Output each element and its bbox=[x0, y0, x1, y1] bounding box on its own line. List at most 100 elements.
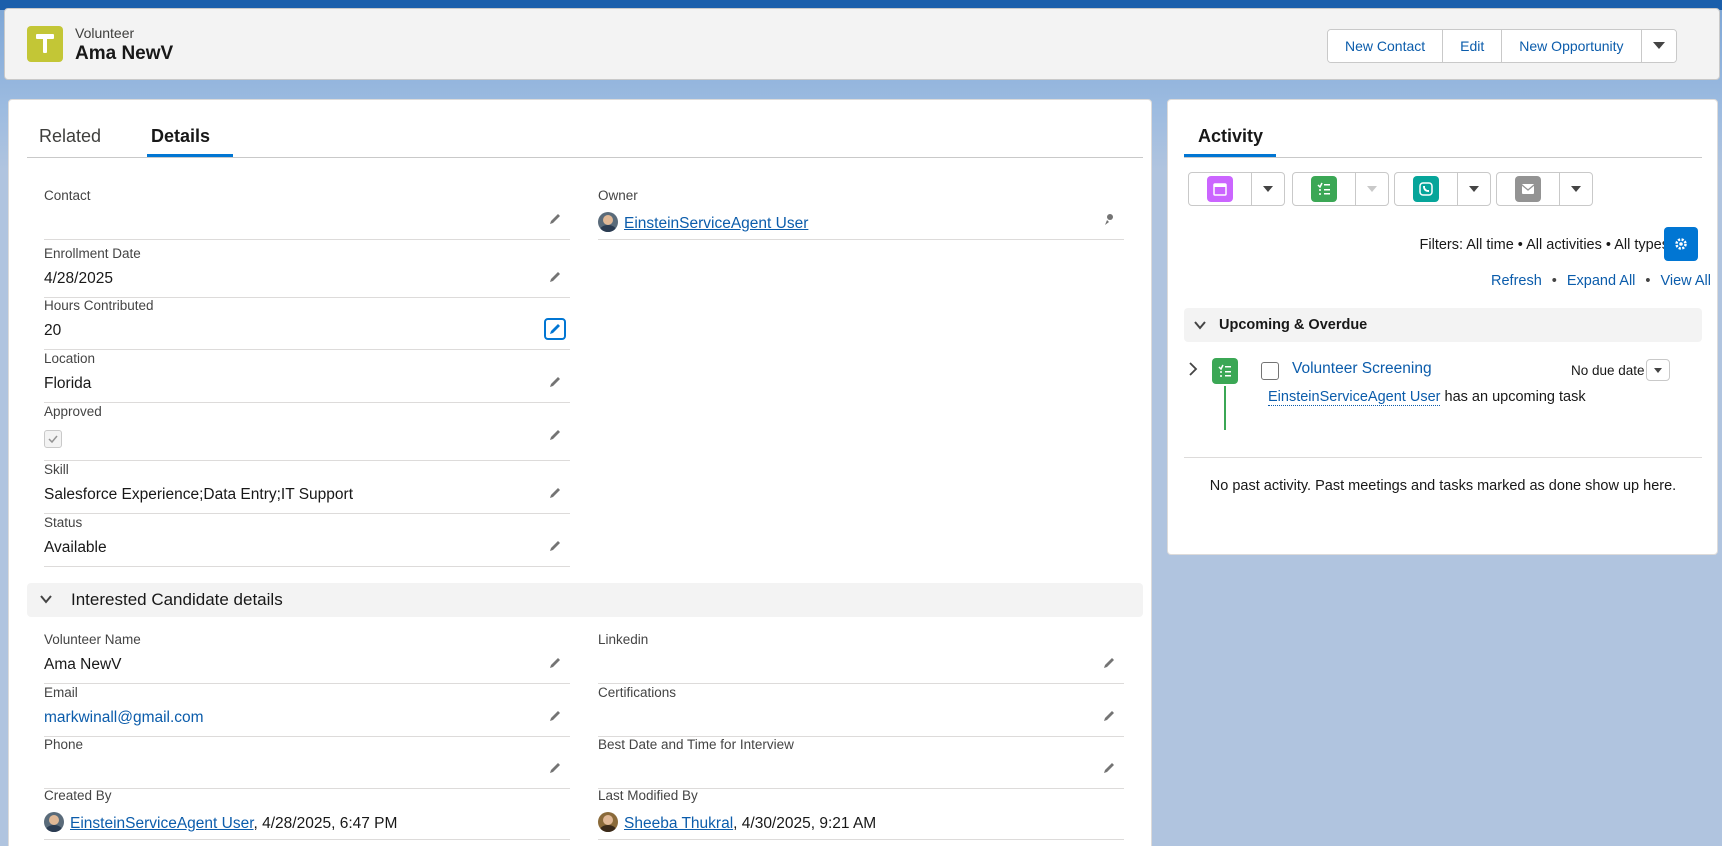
modified-date: , 4/30/2025, 9:21 AM bbox=[733, 815, 877, 832]
new-opportunity-button[interactable]: New Opportunity bbox=[1502, 30, 1642, 62]
field-email: Email markwinall@gmail.com bbox=[44, 685, 570, 737]
new-contact-button[interactable]: New Contact bbox=[1328, 30, 1444, 62]
field-hours-contributed: Hours Contributed 20 bbox=[44, 298, 570, 350]
modified-by-link[interactable]: Sheeba Thukral bbox=[624, 815, 733, 832]
task-complete-checkbox[interactable] bbox=[1261, 362, 1279, 380]
field-label: Enrollment Date bbox=[44, 246, 141, 261]
chevron-right-icon[interactable] bbox=[1188, 362, 1198, 376]
activity-tabs: Activity bbox=[1184, 100, 1702, 158]
pencil-icon[interactable] bbox=[544, 535, 566, 557]
field-label: Location bbox=[44, 351, 96, 366]
tab-details[interactable]: Details bbox=[151, 126, 210, 147]
task-owner-link[interactable]: EinsteinServiceAgent User bbox=[1268, 389, 1441, 406]
pencil-icon[interactable] bbox=[544, 318, 566, 340]
avatar bbox=[598, 212, 618, 232]
pencil-icon[interactable] bbox=[1098, 705, 1120, 727]
chevron-down-icon bbox=[1194, 321, 1206, 330]
log-call-button[interactable] bbox=[1395, 173, 1458, 205]
publisher-event bbox=[1188, 172, 1285, 206]
field-label: Skill bbox=[44, 462, 69, 477]
expand-all-link[interactable]: Expand All bbox=[1567, 273, 1636, 289]
pencil-icon[interactable] bbox=[544, 652, 566, 674]
chevron-down-icon bbox=[1654, 367, 1662, 373]
view-all-link[interactable]: View All bbox=[1660, 273, 1711, 289]
field-value: Salesforce Experience;Data Entry;IT Supp… bbox=[44, 486, 354, 503]
created-date: , 4/28/2025, 6:47 PM bbox=[253, 815, 398, 832]
task-icon bbox=[1212, 358, 1238, 384]
field-value: EinsteinServiceAgent User, 4/28/2025, 6:… bbox=[44, 812, 397, 833]
publisher-email bbox=[1496, 172, 1593, 206]
change-owner-icon[interactable] bbox=[1098, 208, 1120, 230]
field-label: Hours Contributed bbox=[44, 298, 154, 313]
pencil-icon[interactable] bbox=[1098, 652, 1120, 674]
task-icon bbox=[1311, 176, 1337, 202]
activity-filters: Filters: All time • All activities • All… bbox=[1419, 237, 1669, 253]
task-title-link[interactable]: Volunteer Screening bbox=[1292, 360, 1432, 378]
pencil-icon[interactable] bbox=[544, 266, 566, 288]
more-actions-button[interactable] bbox=[1641, 30, 1676, 62]
field-value: Sheeba Thukral, 4/30/2025, 9:21 AM bbox=[598, 812, 876, 833]
record-name: Ama NewV bbox=[75, 43, 174, 64]
field-label: Best Date and Time for Interview bbox=[598, 737, 794, 752]
divider bbox=[1184, 457, 1702, 458]
upcoming-overdue-section[interactable]: Upcoming & Overdue bbox=[1184, 308, 1702, 342]
active-tab-indicator bbox=[1184, 154, 1276, 157]
calendar-icon bbox=[1207, 176, 1233, 202]
task-due-date: No due date bbox=[1571, 363, 1645, 378]
approved-checkbox bbox=[44, 430, 62, 448]
chevron-down-icon bbox=[1263, 186, 1273, 192]
send-email-button[interactable] bbox=[1497, 173, 1560, 205]
chevron-down-icon bbox=[1652, 42, 1665, 49]
new-event-button[interactable] bbox=[1189, 173, 1252, 205]
field-enrollment-date: Enrollment Date 4/28/2025 bbox=[44, 246, 570, 298]
field-linkedin: Linkedin bbox=[598, 632, 1124, 684]
call-dropdown-button[interactable] bbox=[1458, 173, 1490, 205]
refresh-link[interactable]: Refresh bbox=[1491, 273, 1542, 289]
task-dropdown-button[interactable] bbox=[1356, 173, 1388, 205]
email-dropdown-button[interactable] bbox=[1560, 173, 1592, 205]
pencil-icon[interactable] bbox=[544, 757, 566, 779]
owner-link[interactable]: EinsteinServiceAgent User bbox=[624, 215, 808, 232]
filter-settings-button[interactable] bbox=[1664, 227, 1698, 261]
section-title: Interested Candidate details bbox=[71, 590, 283, 609]
activity-card: Activity Filters: All time • All activit… bbox=[1167, 99, 1718, 555]
field-value: Florida bbox=[44, 375, 92, 392]
pencil-icon[interactable] bbox=[544, 424, 566, 446]
field-location: Location Florida bbox=[44, 351, 570, 403]
publisher-call bbox=[1394, 172, 1491, 206]
pencil-icon[interactable] bbox=[544, 482, 566, 504]
details-card: Related Details Contact Enrollment Date … bbox=[8, 99, 1152, 846]
field-value: Ama NewV bbox=[44, 656, 122, 673]
field-label: Status bbox=[44, 515, 83, 530]
tab-activity[interactable]: Activity bbox=[1198, 126, 1263, 147]
field-volunteer-name: Volunteer Name Ama NewV bbox=[44, 632, 570, 684]
field-label: Phone bbox=[44, 737, 84, 752]
field-value: EinsteinServiceAgent User bbox=[598, 212, 808, 233]
field-skill: Skill Salesforce Experience;Data Entry;I… bbox=[44, 462, 570, 514]
field-label: Contact bbox=[44, 188, 91, 203]
gear-icon bbox=[1675, 238, 1687, 250]
record-header: Volunteer Ama NewV New Contact Edit New … bbox=[4, 8, 1720, 80]
pencil-icon[interactable] bbox=[544, 208, 566, 230]
field-status: Status Available bbox=[44, 515, 570, 567]
field-created-by: Created By EinsteinServiceAgent User, 4/… bbox=[44, 788, 570, 840]
edit-button[interactable]: Edit bbox=[1443, 30, 1503, 62]
pencil-icon[interactable] bbox=[544, 705, 566, 727]
record-tabs: Related Details bbox=[27, 100, 1143, 158]
pencil-icon[interactable] bbox=[1098, 757, 1120, 779]
field-owner: Owner EinsteinServiceAgent User bbox=[598, 188, 1124, 240]
created-by-link[interactable]: EinsteinServiceAgent User bbox=[70, 815, 254, 832]
section-interested-candidate[interactable]: Interested Candidate details bbox=[27, 583, 1143, 617]
email-icon bbox=[1515, 176, 1541, 202]
new-task-button[interactable] bbox=[1293, 173, 1356, 205]
event-dropdown-button[interactable] bbox=[1252, 173, 1284, 205]
tab-related[interactable]: Related bbox=[39, 126, 101, 147]
activity-links: Refresh • Expand All • View All bbox=[1491, 273, 1711, 289]
task-menu-button[interactable] bbox=[1646, 359, 1670, 381]
no-past-activity-message: No past activity. Past meetings and task… bbox=[1209, 478, 1677, 494]
email-link[interactable]: markwinall@gmail.com bbox=[44, 709, 204, 727]
upcoming-title: Upcoming & Overdue bbox=[1219, 317, 1368, 333]
record-type: Volunteer bbox=[75, 25, 135, 41]
pencil-icon[interactable] bbox=[544, 371, 566, 393]
checkmark-icon bbox=[48, 435, 58, 444]
